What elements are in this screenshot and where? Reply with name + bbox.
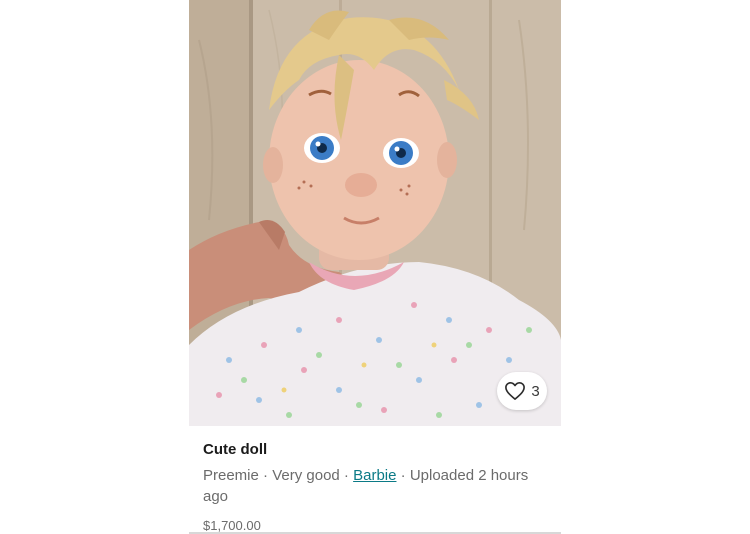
- listing-page: 3 Cute doll Preemie · Very good · Barbie…: [0, 0, 750, 534]
- listing-photo[interactable]: 3: [189, 0, 561, 426]
- like-button[interactable]: 3: [497, 372, 547, 410]
- listing-meta: Preemie · Very good · Barbie · Uploaded …: [203, 465, 553, 507]
- listing-condition: Very good: [272, 467, 340, 484]
- like-count: 3: [531, 382, 540, 400]
- listing-size: Preemie: [203, 467, 259, 484]
- meta-separator: ·: [258, 467, 273, 484]
- heart-outline-icon: [505, 382, 526, 400]
- meta-separator: ·: [396, 467, 410, 484]
- listing-card[interactable]: 3 Cute doll Preemie · Very good · Barbie…: [189, 0, 561, 534]
- meta-separator: ·: [339, 467, 354, 484]
- brand-link[interactable]: Barbie: [353, 467, 396, 484]
- doll-photo-image: [189, 0, 561, 426]
- listing-title[interactable]: Cute doll: [203, 440, 553, 460]
- listing-info: Cute doll Preemie · Very good · Barbie ·…: [203, 440, 553, 534]
